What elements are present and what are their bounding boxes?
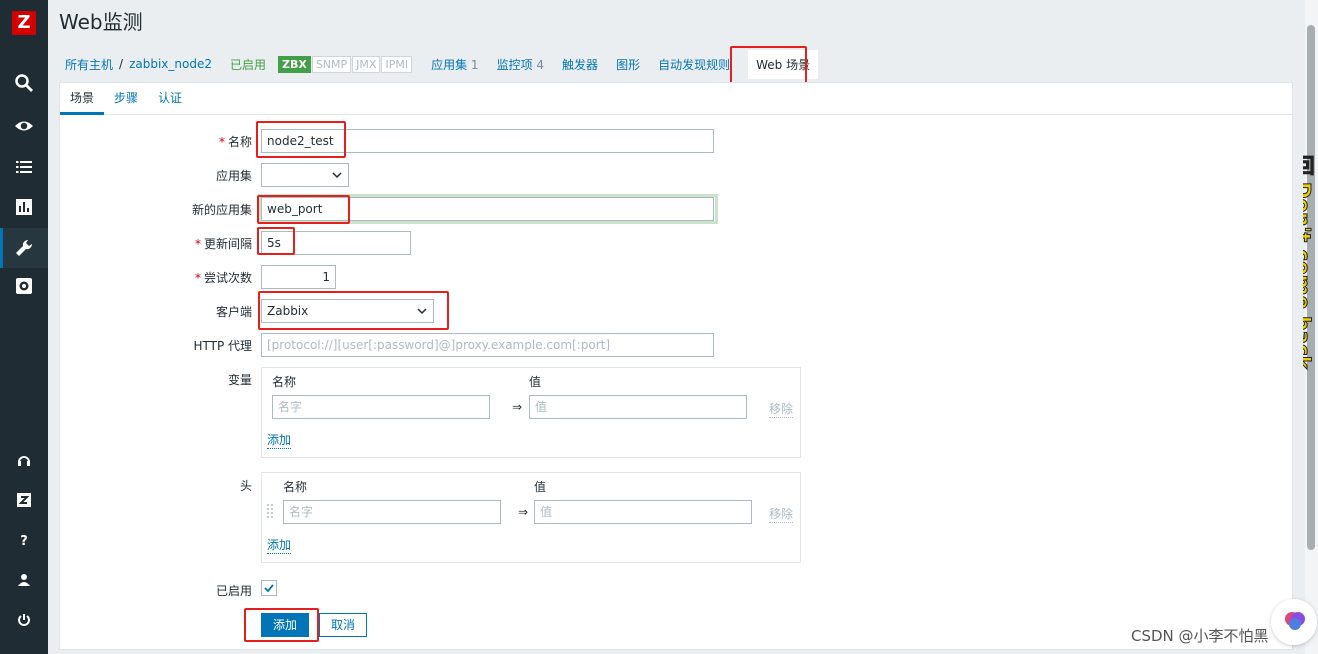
search-icon[interactable] xyxy=(0,63,48,103)
cancel-button[interactable]: 取消 xyxy=(319,613,367,637)
host-status[interactable]: 已启用 xyxy=(230,56,266,73)
watermark: CSDN @小李不怕黑 xyxy=(1131,627,1269,645)
interval-label: * 更新间隔 xyxy=(194,237,252,251)
svg-text:?: ? xyxy=(20,534,28,547)
tab-scenario[interactable]: 场景 xyxy=(60,83,105,115)
breadcrumb: 所有主机 / zabbix_node2 已启用 ZBX SNMP JMX IPM… xyxy=(59,46,1293,82)
application-select[interactable] xyxy=(261,163,349,187)
enabled-label: 已启用 xyxy=(215,584,252,598)
assistant-bubble[interactable] xyxy=(1271,599,1317,645)
list-icon[interactable] xyxy=(0,147,48,187)
annotation-box-name xyxy=(256,121,346,158)
variable-arrow: ⇒ xyxy=(512,400,523,414)
annotation-box-new-application xyxy=(257,195,350,224)
variable-name-input[interactable]: 名字 xyxy=(272,395,490,419)
enabled-checkbox[interactable] xyxy=(261,580,277,596)
header-arrow: ⇒ xyxy=(518,505,529,519)
badge-snmp: SNMP xyxy=(311,55,352,73)
agent-label: 客户端 xyxy=(215,305,252,319)
user-icon[interactable] xyxy=(0,560,48,600)
chart-icon[interactable] xyxy=(0,187,48,227)
variables-col-value: 值 xyxy=(529,375,542,389)
nav-applications[interactable]: 应用集 1 xyxy=(431,56,478,73)
breadcrumb-host[interactable]: zabbix_node2 xyxy=(129,57,212,71)
checkmark-icon xyxy=(264,584,274,593)
tab-steps[interactable]: 步骤 xyxy=(104,83,148,115)
brain-icon xyxy=(1285,612,1305,630)
headers-col-name: 名称 xyxy=(283,480,308,494)
variable-add-link[interactable]: 添加 xyxy=(267,431,292,449)
attempts-label: * 尝试次数 xyxy=(194,271,252,285)
drag-handle-icon[interactable] xyxy=(266,503,274,521)
zabbix-share-icon[interactable] xyxy=(0,480,48,520)
annotation-box-agent xyxy=(258,291,449,330)
application-label: 应用集 xyxy=(215,169,252,183)
badge-ipmi: IPMI xyxy=(381,55,413,73)
header-add-link[interactable]: 添加 xyxy=(267,536,292,554)
variable-remove-link[interactable]: 移除 xyxy=(769,400,794,418)
chevron-down-icon xyxy=(332,172,342,179)
headers-col-value: 值 xyxy=(534,480,547,494)
proxy-label: HTTP 代理 xyxy=(193,339,252,353)
header-value-input[interactable]: 值 xyxy=(534,500,752,524)
annotation-box-interval xyxy=(257,227,295,255)
breadcrumb-all-hosts[interactable]: 所有主机 xyxy=(65,56,113,73)
variable-value-input[interactable]: 值 xyxy=(529,395,747,419)
nav-items[interactable]: 监控项 4 xyxy=(497,56,544,73)
badge-zbx: ZBX xyxy=(277,55,311,73)
header-name-input[interactable]: 名字 xyxy=(283,500,501,524)
power-icon[interactable] xyxy=(0,600,48,640)
tab-authentication[interactable]: 认证 xyxy=(148,83,192,115)
zabbix-logo[interactable]: Z xyxy=(12,11,36,35)
wrench-icon[interactable] xyxy=(0,228,48,268)
new-application-label: 新的应用集 xyxy=(191,203,252,217)
variables-label: 变量 xyxy=(227,373,252,387)
nav-triggers[interactable]: 触发器 xyxy=(562,56,598,73)
eye-icon[interactable] xyxy=(0,106,48,146)
headers-label: 头 xyxy=(239,479,252,493)
sidebar: Z ? xyxy=(0,0,48,654)
name-label: * 名称 xyxy=(218,135,252,149)
proxy-input[interactable]: [protocol://][user[:password]@]proxy.exa… xyxy=(261,333,714,357)
help-icon[interactable]: ? xyxy=(0,520,48,560)
gear-icon[interactable] xyxy=(0,266,48,306)
attempts-input[interactable]: 1 xyxy=(261,265,336,289)
badge-jmx: JMX xyxy=(352,55,381,73)
annotation-box-web-scenarios xyxy=(730,46,807,84)
support-icon[interactable] xyxy=(0,441,48,481)
page-title: Web监测 xyxy=(59,10,143,34)
side-decoration-text: 回 Don't come back xyxy=(1303,155,1316,370)
variables-col-name: 名称 xyxy=(272,375,297,389)
annotation-box-add xyxy=(244,608,319,642)
nav-discovery-rules[interactable]: 自动发现规则 xyxy=(658,56,730,73)
nav-graphs[interactable]: 图形 xyxy=(616,56,640,73)
header-remove-link[interactable]: 移除 xyxy=(769,505,794,523)
breadcrumb-separator: / xyxy=(119,57,124,71)
form-tabs: 场景 步骤 认证 xyxy=(60,83,1292,115)
